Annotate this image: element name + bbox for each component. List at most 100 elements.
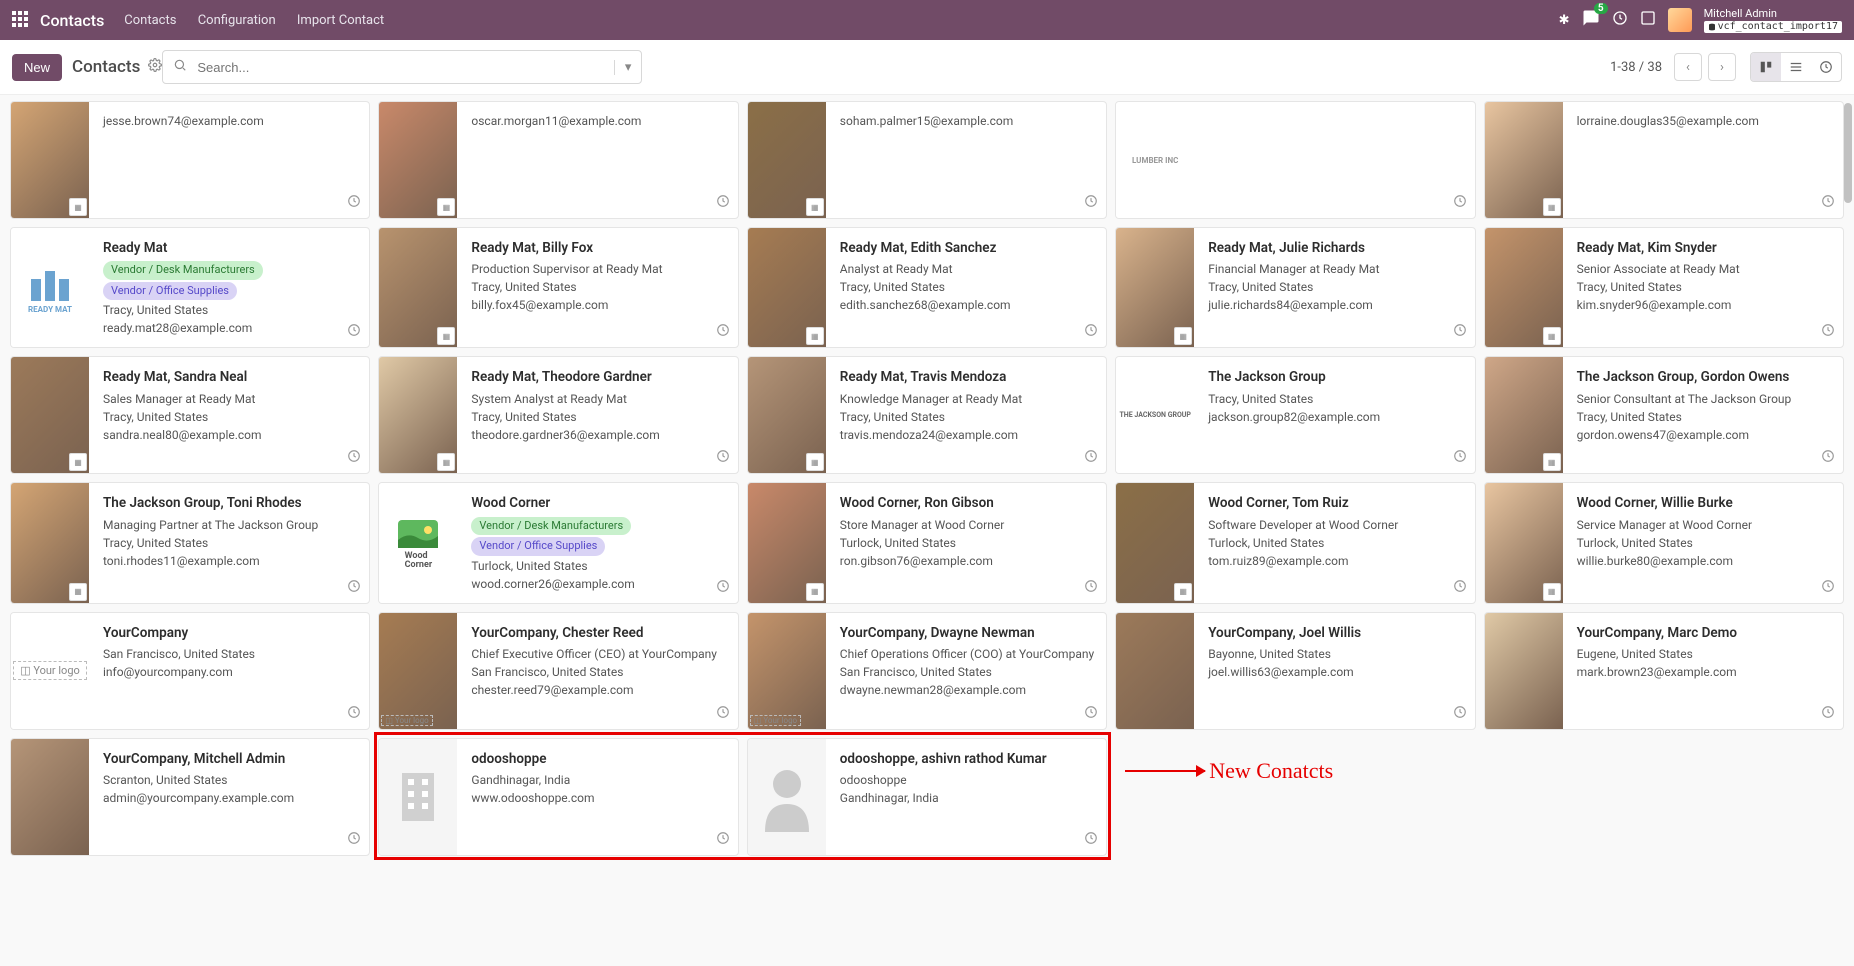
search-input[interactable] (197, 60, 613, 75)
contact-name: Wood Corner, Willie Burke (1577, 493, 1831, 513)
contact-card[interactable]: ▦Ready Mat, Sandra NealSales Manager at … (10, 356, 370, 474)
contact-line: www.odooshoppe.com (471, 789, 725, 807)
contact-card[interactable]: ◫ Your logoYourCompany, Dwayne NewmanChi… (747, 612, 1107, 730)
new-button[interactable]: New (12, 54, 62, 81)
contact-tag: Vendor / Desk Manufacturers (103, 261, 263, 280)
contact-card[interactable]: WoodCornerWood CornerVendor / Desk Manuf… (378, 482, 738, 603)
contact-card[interactable]: YourCompany, Marc DemoEugene, United Sta… (1484, 612, 1844, 730)
contact-card[interactable]: ▦Wood Corner, Ron GibsonStore Manager at… (747, 482, 1107, 603)
contact-line: Turlock, United States (1577, 534, 1831, 552)
messaging-icon[interactable]: 5 (1582, 9, 1600, 31)
activity-clock-icon[interactable] (1453, 323, 1467, 341)
contact-card[interactable]: ◫ Your logoYourCompany, Chester ReedChie… (378, 612, 738, 730)
activity-clock-icon[interactable] (1821, 705, 1835, 723)
contact-card[interactable]: ▦Ready Mat, Billy FoxProduction Supervis… (378, 227, 738, 348)
view-list[interactable] (1781, 53, 1811, 81)
activity-clock-icon[interactable] (347, 449, 361, 467)
activity-clock-icon[interactable] (347, 579, 361, 597)
apps-icon[interactable] (12, 11, 30, 29)
contact-tag: Vendor / Office Supplies (471, 537, 605, 556)
contact-card[interactable]: odooshoppe, ashivn rathod Kumarodooshopp… (747, 738, 1107, 856)
contact-info: Ready Mat, Sandra NealSales Manager at R… (89, 357, 369, 473)
contact-card[interactable]: odooshoppeGandhinagar, Indiawww.odooshop… (378, 738, 738, 856)
activity-clock-icon[interactable] (347, 323, 361, 341)
activity-clock-icon[interactable] (1821, 579, 1835, 597)
activity-clock-icon[interactable] (716, 449, 730, 467)
activity-clock-icon[interactable] (1084, 323, 1098, 341)
contact-name: Ready Mat, Travis Mendoza (840, 367, 1094, 387)
company-mini-logo: ▦ (1543, 327, 1561, 345)
pager-text[interactable]: 1-38 / 38 (1610, 60, 1662, 75)
contact-card[interactable]: READY MATReady MatVendor / Desk Manufact… (10, 227, 370, 348)
activity-clock-icon[interactable] (1453, 705, 1467, 723)
search-box[interactable]: ▾ (162, 50, 642, 84)
nav-contacts[interactable]: Contacts (124, 13, 176, 28)
activity-clock-icon[interactable] (1453, 194, 1467, 212)
contact-card[interactable]: ▦Ready Mat, Travis MendozaKnowledge Mana… (747, 356, 1107, 474)
contact-card[interactable]: ▦jesse.brown74@example.com (10, 101, 370, 219)
activity-clock-icon[interactable] (347, 831, 361, 849)
bug-icon[interactable]: ✱ (1559, 13, 1570, 28)
contact-card[interactable]: LUMBER INC (1115, 101, 1475, 219)
user-avatar[interactable] (1668, 8, 1692, 32)
activity-clock-icon[interactable] (716, 705, 730, 723)
tray-icon[interactable] (1640, 10, 1656, 30)
activity-clock-icon[interactable] (716, 194, 730, 212)
gear-icon[interactable] (148, 58, 162, 76)
company-mini-logo: ▦ (437, 198, 455, 216)
company-mini-logo: ▦ (437, 453, 455, 471)
activity-clock-icon[interactable] (1084, 194, 1098, 212)
view-activity[interactable] (1811, 53, 1841, 81)
contact-card[interactable]: YourCompany, Joel WillisBayonne, United … (1115, 612, 1475, 730)
activity-clock-icon[interactable] (1084, 449, 1098, 467)
activity-clock-icon[interactable] (716, 579, 730, 597)
contact-info: lorraine.douglas35@example.com (1563, 102, 1843, 218)
contact-card[interactable]: ◫ Your logoYourCompanySan Francisco, Uni… (10, 612, 370, 730)
contact-card[interactable]: ▦Ready Mat, Kim SnyderSenior Associate a… (1484, 227, 1844, 348)
activity-clock-icon[interactable] (716, 831, 730, 849)
user-menu[interactable]: Mitchell Admin vcf_contact_import17 (1704, 7, 1842, 32)
contact-card[interactable]: ▦Ready Mat, Julie RichardsFinancial Mana… (1115, 227, 1475, 348)
nav-configuration[interactable]: Configuration (198, 13, 276, 28)
search-icon (163, 58, 197, 76)
contact-name: Wood Corner (471, 493, 725, 513)
pager-next[interactable]: › (1708, 53, 1736, 81)
contact-card[interactable]: YourCompany, Mitchell AdminScranton, Uni… (10, 738, 370, 856)
contact-card[interactable]: ▦soham.palmer15@example.com (747, 101, 1107, 219)
activity-clock-icon[interactable] (1084, 579, 1098, 597)
activity-clock-icon[interactable] (1453, 579, 1467, 597)
activity-clock-icon[interactable] (1821, 449, 1835, 467)
activity-clock-icon[interactable] (347, 705, 361, 723)
search-options-dropdown[interactable]: ▾ (614, 60, 642, 75)
nav-import-contact[interactable]: Import Contact (297, 13, 384, 28)
activity-clock-icon[interactable] (1084, 705, 1098, 723)
activity-clock-icon[interactable] (716, 323, 730, 341)
activity-clock-icon[interactable] (1612, 10, 1628, 30)
contact-card[interactable]: ▦The Jackson Group, Gordon OwensSenior C… (1484, 356, 1844, 474)
contact-card[interactable]: THE JACKSON GROUPThe Jackson GroupTracy,… (1115, 356, 1475, 474)
activity-clock-icon[interactable] (347, 194, 361, 212)
scrollbar[interactable] (1844, 103, 1852, 203)
contact-line: tom.ruiz89@example.com (1208, 552, 1462, 570)
activity-clock-icon[interactable] (1821, 323, 1835, 341)
view-kanban[interactable] (1751, 53, 1781, 81)
contact-card[interactable]: ▦Wood Corner, Willie BurkeService Manage… (1484, 482, 1844, 603)
contact-line: Senior Associate at Ready Mat (1577, 260, 1831, 278)
contact-line: Tracy, United States (103, 534, 357, 552)
contact-card[interactable]: ▦oscar.morgan11@example.com (378, 101, 738, 219)
activity-clock-icon[interactable] (1084, 831, 1098, 849)
contact-line: mark.brown23@example.com (1577, 663, 1831, 681)
contact-card[interactable]: ▦lorraine.douglas35@example.com (1484, 101, 1844, 219)
contact-info: YourCompany, Mitchell AdminScranton, Uni… (89, 739, 369, 855)
contact-info: oscar.morgan11@example.com (457, 102, 737, 218)
contact-line: Gandhinagar, India (840, 789, 1094, 807)
contact-card[interactable]: ▦Wood Corner, Tom RuizSoftware Developer… (1115, 482, 1475, 603)
pager-prev[interactable]: ‹ (1674, 53, 1702, 81)
contact-card[interactable]: ▦Ready Mat, Theodore GardnerSystem Analy… (378, 356, 738, 474)
contact-card[interactable]: ▦The Jackson Group, Toni RhodesManaging … (10, 482, 370, 603)
contact-line: Turlock, United States (471, 557, 725, 575)
company-mini-logo: ▦ (1543, 198, 1561, 216)
activity-clock-icon[interactable] (1453, 449, 1467, 467)
contact-card[interactable]: ▦Ready Mat, Edith SanchezAnalyst at Read… (747, 227, 1107, 348)
activity-clock-icon[interactable] (1821, 194, 1835, 212)
